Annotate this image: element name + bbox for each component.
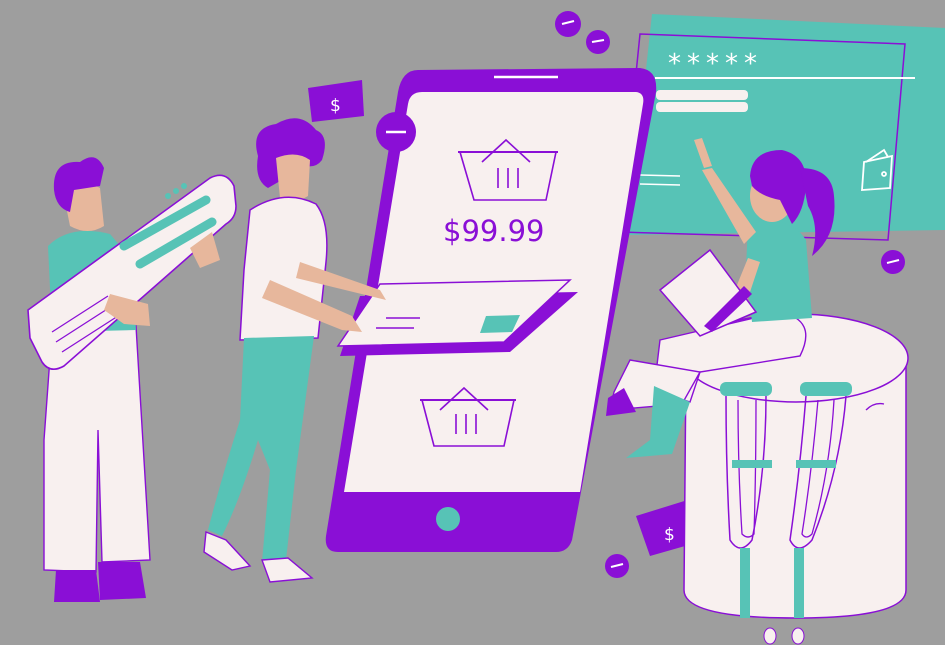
man-with-app-panel-figure (27, 157, 237, 602)
minus-coin-icon (376, 112, 416, 152)
minus-coin-icon (881, 250, 905, 274)
minus-coin-icon (605, 554, 629, 578)
phone-home-button (436, 507, 460, 531)
price-text: $99.99 (443, 214, 544, 248)
smartphone: $99.99 (325, 68, 657, 552)
minus-coin-icon (555, 11, 581, 37)
online-payment-illustration: ***** $99.99 $ $ (27, 11, 945, 645)
svg-text:$: $ (330, 96, 341, 116)
svg-text:$: $ (664, 525, 675, 545)
dollar-bill-icon: $ (308, 80, 364, 122)
minus-coin-icon (586, 30, 610, 54)
masked-password-text: ***** (668, 49, 763, 79)
